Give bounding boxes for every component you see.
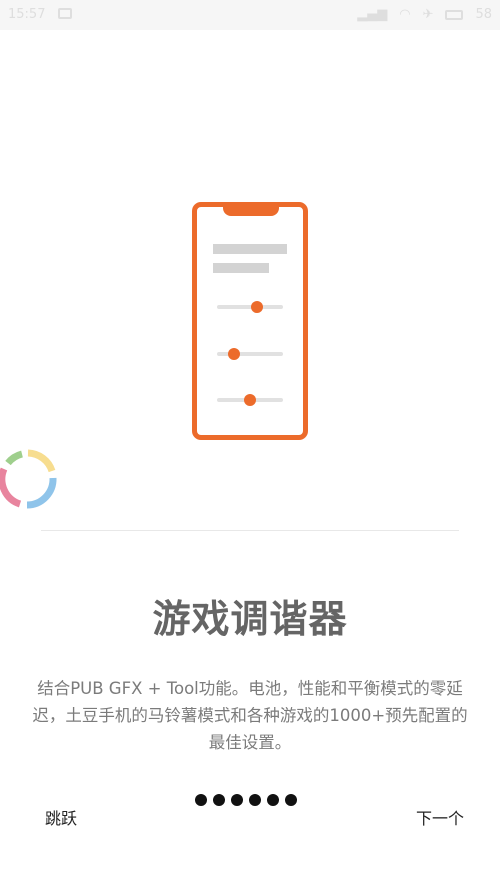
battery-icon bbox=[445, 9, 464, 20]
page-dot[interactable] bbox=[249, 794, 261, 806]
status-time: 15:57 bbox=[8, 7, 46, 22]
slider-knob bbox=[250, 301, 263, 313]
placeholder-line bbox=[213, 263, 269, 273]
page-title: 游戏调谐器 bbox=[152, 597, 348, 641]
airplane-icon: ✈ bbox=[422, 7, 434, 22]
placeholder-line bbox=[213, 244, 287, 254]
page-dot[interactable] bbox=[231, 794, 243, 806]
battery-level: 58 bbox=[475, 7, 492, 22]
slider-knob bbox=[244, 394, 256, 406]
image-icon bbox=[58, 8, 72, 19]
status-bar: 15:57 ▂▄▆ ◠ ✈ 58 bbox=[0, 0, 500, 30]
divider bbox=[41, 530, 459, 531]
status-icons: ▂▄▆ ◠ ✈ 58 bbox=[357, 7, 492, 22]
page-dot[interactable] bbox=[285, 794, 297, 806]
loading-spinner-icon bbox=[0, 449, 57, 509]
page-description: 结合PUB GFX + Tool功能。电池，性能和平衡模式的零延迟，土豆手机的马… bbox=[32, 679, 468, 752]
signal-icon: ▂▄▆ bbox=[357, 7, 388, 22]
slider-track bbox=[217, 352, 283, 356]
phone-illustration bbox=[192, 202, 308, 440]
page-dot[interactable] bbox=[213, 794, 225, 806]
page-dot[interactable] bbox=[195, 794, 207, 806]
skip-button[interactable]: 跳跃 bbox=[45, 805, 77, 829]
next-button[interactable]: 下一个 bbox=[416, 805, 464, 829]
page-dot[interactable] bbox=[267, 794, 279, 806]
wifi-icon: ◠ bbox=[399, 7, 411, 22]
page-indicator[interactable] bbox=[195, 794, 297, 806]
phone-notch bbox=[223, 202, 279, 216]
slider-knob bbox=[227, 348, 240, 360]
